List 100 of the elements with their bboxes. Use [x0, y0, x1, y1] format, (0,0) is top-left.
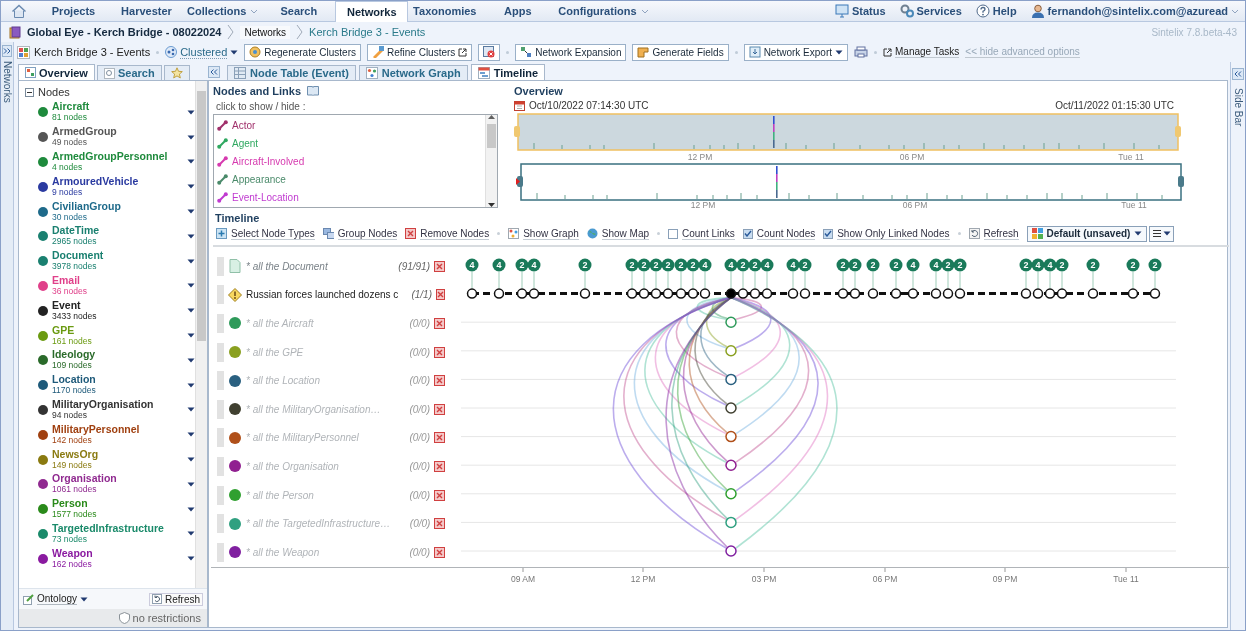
count-badge[interactable]: 4: [492, 258, 506, 272]
caret-icon[interactable]: [187, 382, 195, 388]
preset-dropdown[interactable]: Default (unsaved): [1026, 225, 1148, 242]
nav-tab[interactable]: Collections: [183, 1, 263, 21]
node-type-name[interactable]: Event: [52, 299, 184, 311]
event-node[interactable]: [650, 288, 662, 299]
caret-icon[interactable]: [187, 159, 195, 165]
range-handle[interactable]: [514, 126, 520, 137]
event-node[interactable]: [687, 288, 699, 299]
node-circle[interactable]: [725, 545, 737, 557]
count-badge[interactable]: 2: [889, 258, 903, 272]
image-button[interactable]: [478, 43, 501, 61]
breadcrumb-link[interactable]: Kerch Bridge 3 - Events: [309, 26, 426, 38]
count-badge[interactable]: 4: [724, 258, 738, 272]
checkbox-label[interactable]: Count Nodes: [756, 227, 816, 240]
node-type-name[interactable]: GPE: [52, 324, 184, 336]
event-node[interactable]: [787, 288, 799, 299]
nav-tab[interactable]: Taxonomies: [408, 1, 482, 21]
nav-tab[interactable]: Apps: [481, 1, 555, 21]
count-badge[interactable]: 4: [760, 258, 774, 272]
toolbar-button[interactable]: Network Expansion: [515, 43, 627, 61]
count-badge[interactable]: 2: [1086, 258, 1100, 272]
node-circle[interactable]: [725, 459, 737, 471]
node-type-name[interactable]: Email: [52, 274, 184, 286]
remove-button[interactable]: [434, 346, 445, 358]
toolbar-button[interactable]: Network Export: [743, 43, 848, 61]
tool-button[interactable]: Select Node Types: [216, 227, 315, 240]
checkbox[interactable]: [668, 228, 678, 239]
remove-button[interactable]: [434, 375, 445, 387]
link-type-item[interactable]: Appearance: [232, 173, 286, 185]
book-icon[interactable]: [307, 85, 320, 96]
collapse-button[interactable]: [208, 66, 220, 78]
remove-button[interactable]: [434, 403, 445, 415]
panel-label[interactable]: Side Bar: [1232, 88, 1244, 127]
event-node[interactable]: [849, 288, 861, 299]
checkbox[interactable]: [742, 228, 753, 239]
caret-icon[interactable]: [187, 233, 195, 239]
count-badge[interactable]: 2: [848, 258, 862, 272]
event-node[interactable]: [528, 288, 540, 299]
caret-icon[interactable]: [187, 357, 195, 363]
count-badge[interactable]: 4: [527, 258, 541, 272]
event-node[interactable]: [1044, 288, 1056, 299]
count-badge[interactable]: 4: [1031, 258, 1045, 272]
count-badge[interactable]: 4: [786, 258, 800, 272]
node-type-name[interactable]: NewsOrg: [52, 448, 184, 460]
header-link[interactable]: Services: [899, 4, 962, 18]
count-badge[interactable]: 2: [953, 258, 967, 272]
count-badge[interactable]: 2: [1055, 258, 1069, 272]
tool-button[interactable]: Show Map: [586, 227, 649, 240]
drag-handle[interactable]: [217, 456, 224, 476]
drag-handle[interactable]: [217, 256, 224, 276]
node-type-name[interactable]: Organisation: [52, 473, 184, 485]
toolbar-button[interactable]: Regenerate Clusters: [244, 43, 361, 61]
link-type-item[interactable]: Aircraft-Involved: [232, 155, 305, 167]
node-circle[interactable]: [725, 430, 737, 443]
checkbox-label[interactable]: Show Only Linked Nodes: [837, 227, 950, 240]
header-link[interactable]: Status: [834, 4, 886, 18]
event-node[interactable]: [737, 288, 749, 299]
count-badge[interactable]: 2: [649, 258, 663, 272]
nav-tab[interactable]: Configurations: [554, 1, 653, 21]
event-node[interactable]: [662, 288, 674, 299]
event-node[interactable]: [890, 288, 902, 299]
caret-icon[interactable]: [187, 556, 195, 562]
count-badge[interactable]: 2: [515, 258, 529, 272]
caret-icon[interactable]: [187, 407, 195, 413]
count-badge[interactable]: 4: [929, 258, 943, 272]
caret-icon[interactable]: [187, 506, 195, 512]
remove-button[interactable]: [434, 489, 445, 501]
node-circle[interactable]: [725, 516, 737, 529]
node-type-name[interactable]: MilitaryPersonnel: [52, 423, 184, 435]
caret-icon[interactable]: [187, 258, 195, 264]
caret-icon[interactable]: [187, 109, 195, 115]
event-node[interactable]: [749, 288, 761, 299]
count-badge[interactable]: 2: [674, 258, 688, 272]
event-node[interactable]: [466, 288, 478, 299]
caret-icon[interactable]: [187, 209, 195, 215]
count-badge[interactable]: 2: [736, 258, 750, 272]
checkbox-label[interactable]: Count Links: [682, 227, 735, 240]
count-badge[interactable]: 4: [465, 258, 479, 272]
header-link[interactable]: Help: [975, 4, 1017, 18]
caret-icon[interactable]: [187, 283, 195, 289]
checkbox[interactable]: [823, 228, 834, 239]
collapse-icon[interactable]: [25, 87, 34, 97]
drag-handle[interactable]: [217, 485, 224, 505]
count-badge[interactable]: 2: [941, 258, 955, 272]
node-type-name[interactable]: Person: [52, 498, 184, 510]
range-selector[interactable]: [520, 163, 1182, 201]
event-node[interactable]: [579, 288, 591, 299]
count-badge[interactable]: 2: [661, 258, 675, 272]
drag-handle[interactable]: [217, 314, 224, 333]
tool-button[interactable]: Group Nodes: [322, 227, 398, 240]
event-node[interactable]: [867, 288, 879, 299]
link-type-item[interactable]: Event-Location: [232, 191, 299, 203]
count-badge[interactable]: 2: [748, 258, 762, 272]
scrollbar[interactable]: [195, 81, 207, 588]
event-node[interactable]: [799, 288, 811, 299]
scrollbar-thumb[interactable]: [487, 124, 496, 148]
event-node[interactable]: [725, 288, 737, 299]
ontology-dropdown[interactable]: Ontology: [23, 593, 89, 605]
drag-handle[interactable]: [217, 514, 224, 534]
